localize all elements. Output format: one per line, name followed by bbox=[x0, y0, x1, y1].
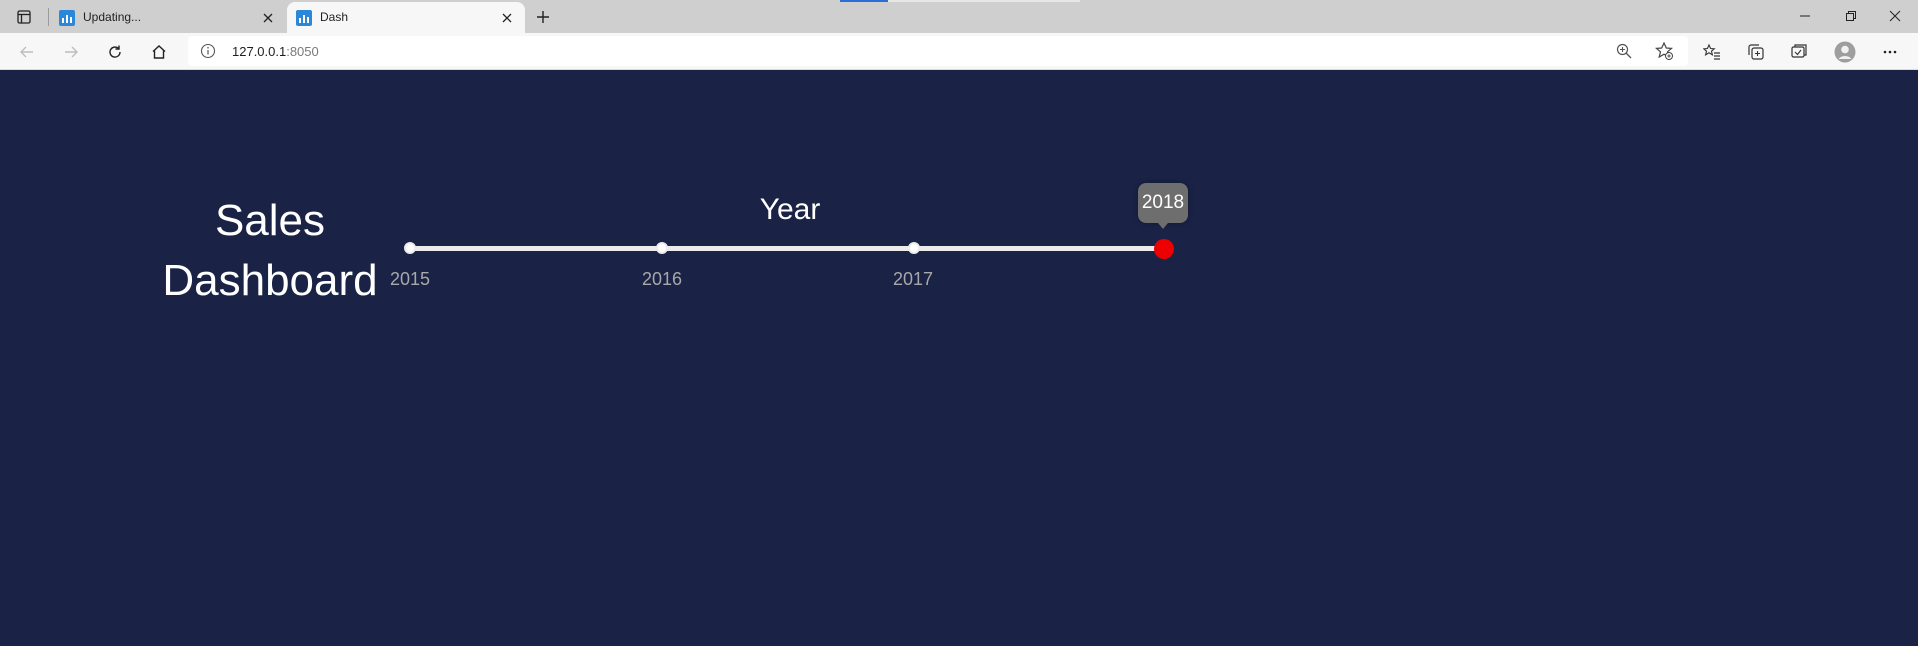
dashboard-page: Sales Dashboard Year 2015 2016 2017 2018 bbox=[0, 71, 1918, 646]
year-slider[interactable]: 2015 2016 2017 2018 bbox=[0, 71, 1918, 646]
restore-icon bbox=[1846, 11, 1856, 21]
forward-arrow-icon bbox=[65, 46, 78, 58]
home-button[interactable] bbox=[144, 37, 174, 67]
tab-actions-icon bbox=[17, 10, 31, 24]
slider-dot-2016[interactable] bbox=[656, 242, 668, 254]
avatar-icon bbox=[1834, 41, 1856, 63]
favorites-icon bbox=[1703, 43, 1720, 60]
profile-button[interactable] bbox=[1830, 37, 1860, 67]
settings-menu-button[interactable] bbox=[1875, 37, 1905, 67]
forward-button[interactable] bbox=[56, 37, 86, 67]
address-bar[interactable]: 127.0.0.1:8050 bbox=[188, 36, 1688, 66]
slider-rail[interactable] bbox=[410, 246, 1164, 251]
dash-favicon-icon bbox=[296, 10, 312, 26]
favorites-button[interactable] bbox=[1697, 37, 1727, 67]
back-arrow-icon bbox=[20, 46, 33, 58]
more-options-icon bbox=[1883, 50, 1897, 54]
url-port: :8050 bbox=[286, 44, 319, 59]
slider-tooltip: 2018 bbox=[1138, 183, 1188, 229]
zoom-icon[interactable] bbox=[1615, 42, 1633, 60]
screenshot-button[interactable] bbox=[1784, 37, 1814, 67]
slider-mark-2015[interactable]: 2015 bbox=[370, 269, 450, 290]
loading-indicator bbox=[840, 0, 1080, 2]
slider-mark-2016[interactable]: 2016 bbox=[622, 269, 702, 290]
new-tab-button[interactable] bbox=[530, 5, 556, 29]
site-info-icon[interactable] bbox=[200, 43, 216, 59]
tab-actions-button[interactable] bbox=[10, 5, 38, 29]
close-tab-icon[interactable] bbox=[260, 10, 276, 26]
address-url: 127.0.0.1:8050 bbox=[232, 44, 319, 59]
tab-title: Updating... bbox=[83, 10, 142, 24]
slider-mark-2017[interactable]: 2017 bbox=[873, 269, 953, 290]
collections-button[interactable] bbox=[1741, 37, 1771, 67]
browser-toolbar: 127.0.0.1:8050 bbox=[0, 33, 1918, 70]
restore-button[interactable] bbox=[1828, 0, 1874, 32]
url-host: 127.0.0.1 bbox=[232, 44, 287, 59]
tab-updating[interactable]: Updating... bbox=[50, 2, 286, 33]
close-window-button[interactable] bbox=[1872, 0, 1918, 32]
slider-dot-2017[interactable] bbox=[908, 242, 920, 254]
close-icon bbox=[1889, 10, 1901, 22]
add-favorite-icon[interactable] bbox=[1654, 41, 1674, 61]
slider-tooltip-value: 2018 bbox=[1141, 192, 1185, 213]
plus-icon bbox=[537, 11, 549, 23]
tab-divider bbox=[48, 8, 49, 26]
tab-dash[interactable]: Dash bbox=[287, 2, 525, 33]
minimize-button[interactable] bbox=[1782, 0, 1828, 32]
collections-icon bbox=[1748, 44, 1764, 60]
tab-title: Dash bbox=[320, 10, 349, 24]
close-tab-icon[interactable] bbox=[499, 10, 515, 26]
minimize-icon bbox=[1800, 15, 1810, 17]
slider-dot-2015[interactable] bbox=[404, 242, 416, 254]
slider-handle[interactable] bbox=[1154, 239, 1174, 259]
dash-favicon-icon bbox=[59, 10, 75, 26]
tooltip-arrow bbox=[1158, 223, 1168, 229]
reload-icon bbox=[109, 45, 121, 58]
screenshot-icon bbox=[1791, 44, 1807, 58]
home-icon bbox=[152, 45, 166, 59]
tab-strip: Updating... Dash bbox=[0, 0, 1918, 33]
reload-button[interactable] bbox=[100, 37, 130, 67]
back-button[interactable] bbox=[12, 37, 42, 67]
